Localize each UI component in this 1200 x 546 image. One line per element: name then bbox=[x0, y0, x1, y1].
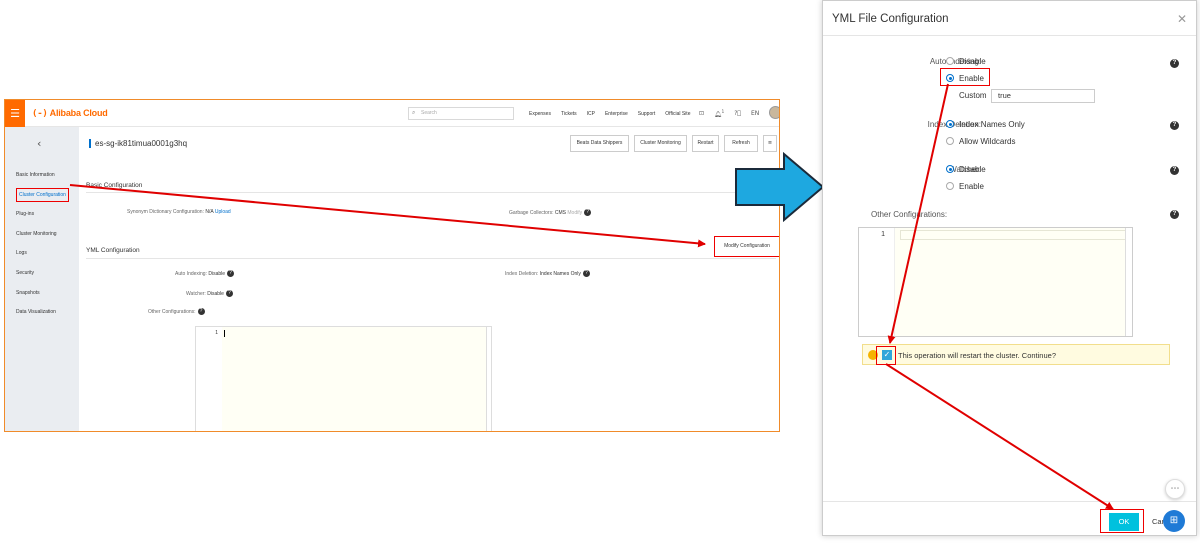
watcher-row: Watcher: Disable? bbox=[186, 290, 233, 297]
brand-logo[interactable]: (-) Alibaba Cloud bbox=[32, 108, 108, 119]
cluster-monitoring-button[interactable]: Cluster Monitoring bbox=[634, 135, 687, 152]
language-switch[interactable]: EN bbox=[751, 110, 759, 117]
nav-enterprise[interactable]: Enterprise bbox=[605, 111, 628, 117]
enable-highlight bbox=[940, 68, 990, 86]
section-divider bbox=[86, 258, 776, 259]
active-line bbox=[900, 230, 1126, 240]
other-configurations-label: Other Configurations: bbox=[871, 210, 948, 219]
sidebar-item-snapshots[interactable]: Snapshots bbox=[5, 284, 79, 304]
auto-indexing-disable-radio[interactable]: Disable bbox=[946, 57, 986, 66]
main-content: es-sg-ik81timua0001g3hq Beats Data Shipp… bbox=[79, 127, 779, 431]
help-icon[interactable]: ? bbox=[584, 209, 592, 216]
list-icon[interactable]: ≡ bbox=[763, 135, 777, 152]
avatar[interactable] bbox=[769, 106, 779, 119]
sidebar-item-logs[interactable]: Logs bbox=[5, 244, 79, 264]
console-screenshot: ☰ (-) Alibaba Cloud ⌕ Search Expenses Tick… bbox=[4, 99, 780, 432]
upload-link[interactable]: Upload bbox=[215, 209, 231, 215]
line-number: 1 bbox=[196, 327, 222, 431]
beats-data-shippers-button[interactable]: Beats Data Shippers bbox=[570, 135, 629, 152]
checkbox-highlight bbox=[876, 346, 896, 365]
tutorial-canvas: ☰ (-) Alibaba Cloud ⌕ Search Expenses Tick… bbox=[0, 0, 1200, 546]
chat-icon[interactable]: ⋯ bbox=[1165, 479, 1185, 499]
sidebar: ‹ Basic Information Cluster Configuratio… bbox=[5, 127, 79, 431]
cluster-id-title: es-sg-ik81timua0001g3hq bbox=[89, 139, 187, 148]
bell-icon[interactable]: 🔔︎1 bbox=[714, 109, 724, 118]
help-icon[interactable]: ? bbox=[1170, 59, 1179, 68]
restart-button[interactable]: Restart bbox=[692, 135, 719, 152]
allow-wildcards-radio[interactable]: Allow Wildcards bbox=[946, 137, 1015, 146]
help-icon[interactable]: ? bbox=[1170, 121, 1179, 130]
nav-tickets[interactable]: Tickets bbox=[561, 111, 577, 117]
index-deletion-row: Index Deletion: Index Names Only? bbox=[505, 270, 590, 277]
auto-indexing-row: Auto Indexing: Disable? bbox=[175, 270, 235, 277]
sidebar-menu: Basic Information Cluster Configuration … bbox=[5, 166, 79, 323]
section-divider bbox=[86, 192, 776, 193]
radio-dot bbox=[946, 165, 954, 173]
nav-official-site[interactable]: Official Site bbox=[665, 111, 690, 117]
yml-file-configuration-dialog: YML File Configuration ✕ Auto Indexing: … bbox=[822, 0, 1197, 536]
scrollbar[interactable] bbox=[486, 327, 491, 431]
dialog-footer-divider bbox=[823, 501, 1196, 502]
dialog-header: YML File Configuration ✕ bbox=[823, 1, 1196, 36]
next-step-arrow bbox=[735, 152, 825, 222]
radio-dot bbox=[946, 91, 954, 99]
nav-support[interactable]: Support bbox=[638, 111, 656, 117]
radio-dot bbox=[946, 120, 954, 128]
text-cursor bbox=[224, 330, 225, 337]
sidebar-item-basic-information[interactable]: Basic Information bbox=[5, 166, 79, 186]
radio-dot bbox=[946, 57, 954, 65]
sidebar-item-plug-ins[interactable]: Plug-ins bbox=[5, 205, 79, 225]
dialog-title: YML File Configuration bbox=[832, 13, 949, 25]
top-nav-icons: ⊡ 🔔︎1 ?⃝ EN bbox=[699, 100, 769, 127]
search-icon: ⌕ bbox=[412, 110, 416, 116]
close-icon[interactable]: ✕ bbox=[1177, 12, 1187, 26]
synonym-dictionary-row: Synonym Dictionary Configuration: N/A Up… bbox=[127, 209, 231, 215]
restart-warning: ✓ This operation will restart the cluste… bbox=[862, 344, 1170, 365]
hamburger-icon[interactable]: ☰ bbox=[5, 100, 25, 127]
chevron-left-icon[interactable]: ‹ bbox=[37, 137, 41, 150]
terminal-icon[interactable]: ⊡ bbox=[699, 110, 704, 117]
auto-indexing-custom-radio[interactable]: Custom bbox=[946, 91, 987, 100]
yml-editor[interactable]: 1 bbox=[858, 227, 1133, 337]
sidebar-item-cluster-monitoring[interactable]: Cluster Monitoring bbox=[5, 225, 79, 245]
help-icon[interactable]: ? bbox=[197, 308, 205, 315]
garbage-collectors-row: Garbage Collectors: CMS Modify? bbox=[509, 209, 592, 216]
help-icon[interactable]: ? bbox=[227, 270, 235, 277]
help-icon[interactable]: ? bbox=[225, 290, 233, 297]
nav-icp[interactable]: ICP bbox=[587, 111, 595, 117]
radio-dot bbox=[946, 182, 954, 190]
help-icon[interactable]: ? bbox=[1170, 166, 1179, 175]
ok-highlight bbox=[1100, 509, 1144, 533]
scrollbar[interactable] bbox=[1125, 228, 1132, 336]
search-input[interactable]: ⌕ Search bbox=[408, 107, 514, 120]
other-configurations-label: Other Configurations:? bbox=[148, 308, 205, 315]
yml-configuration-title: YML Configuration bbox=[86, 247, 140, 254]
custom-value-input[interactable]: true bbox=[991, 89, 1095, 103]
top-navbar: ☰ (-) Alibaba Cloud ⌕ Search Expenses Tick… bbox=[5, 100, 779, 127]
sidebar-item-cluster-configuration[interactable]: Cluster Configuration bbox=[5, 186, 79, 206]
help-icon[interactable]: ? bbox=[1170, 210, 1179, 219]
basic-configuration-title: Basic Configuration bbox=[86, 182, 143, 189]
yml-editor-readonly: 1 bbox=[195, 326, 492, 431]
refresh-button[interactable]: Refresh bbox=[724, 135, 758, 152]
line-number: 1 bbox=[859, 228, 895, 336]
nav-expenses[interactable]: Expenses bbox=[529, 111, 551, 117]
help-icon[interactable]: ? bbox=[582, 270, 590, 277]
modify-configuration-button[interactable]: Modify Configuration bbox=[714, 236, 779, 257]
radio-dot bbox=[946, 137, 954, 145]
gc-modify-link[interactable]: Modify bbox=[567, 210, 582, 216]
apps-icon[interactable]: ⊞ bbox=[1163, 510, 1185, 532]
help-icon[interactable]: ?⃝ bbox=[734, 110, 741, 117]
sidebar-item-security[interactable]: Security bbox=[5, 264, 79, 284]
watcher-disable-radio[interactable]: Disable bbox=[946, 165, 986, 174]
index-names-only-radio[interactable]: Index Names Only bbox=[946, 120, 1025, 129]
sidebar-item-data-visualization[interactable]: Data Visualization bbox=[5, 303, 79, 323]
top-nav-links: Expenses Tickets ICP Enterprise Support … bbox=[529, 100, 700, 127]
warning-text: This operation will restart the cluster.… bbox=[898, 351, 1056, 360]
watcher-enable-radio[interactable]: Enable bbox=[946, 182, 984, 191]
